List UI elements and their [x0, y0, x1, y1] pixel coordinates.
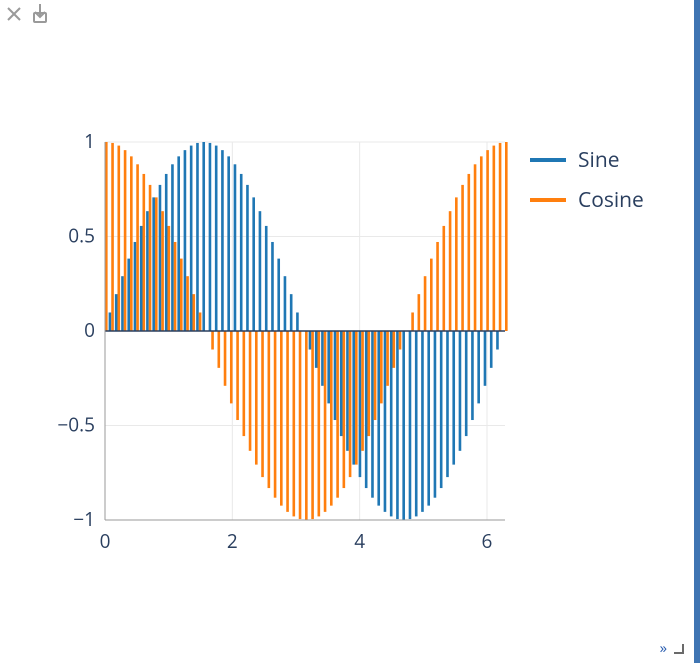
- y-tick-label: 0: [84, 317, 95, 343]
- x-tick-label: 6: [482, 528, 493, 554]
- expand-icon[interactable]: »: [660, 638, 664, 658]
- app-frame: 0 2 4 6 1 0.5 0 −0.5 −1 Sine Cosine »: [0, 0, 700, 663]
- download-icon[interactable]: [32, 4, 48, 24]
- legend-label[interactable]: Cosine: [578, 186, 644, 214]
- y-tick-label: −0.5: [57, 412, 95, 438]
- footer-controls: »: [660, 637, 684, 659]
- toolbar: [6, 4, 48, 24]
- x-tick-label: 4: [354, 528, 365, 554]
- legend: Sine Cosine: [530, 146, 644, 214]
- chart[interactable]: 0 2 4 6 1 0.5 0 −0.5 −1 Sine Cosine: [50, 120, 665, 580]
- close-icon[interactable]: [6, 6, 22, 22]
- legend-label[interactable]: Sine: [578, 146, 620, 174]
- y-tick-label: 0.5: [68, 223, 95, 249]
- x-tick-label: 0: [100, 528, 111, 554]
- resize-handle-icon[interactable]: [670, 637, 684, 659]
- y-tick-label: 1: [84, 128, 95, 154]
- x-tick-label: 2: [227, 528, 238, 554]
- y-tick-label: −1: [73, 506, 95, 532]
